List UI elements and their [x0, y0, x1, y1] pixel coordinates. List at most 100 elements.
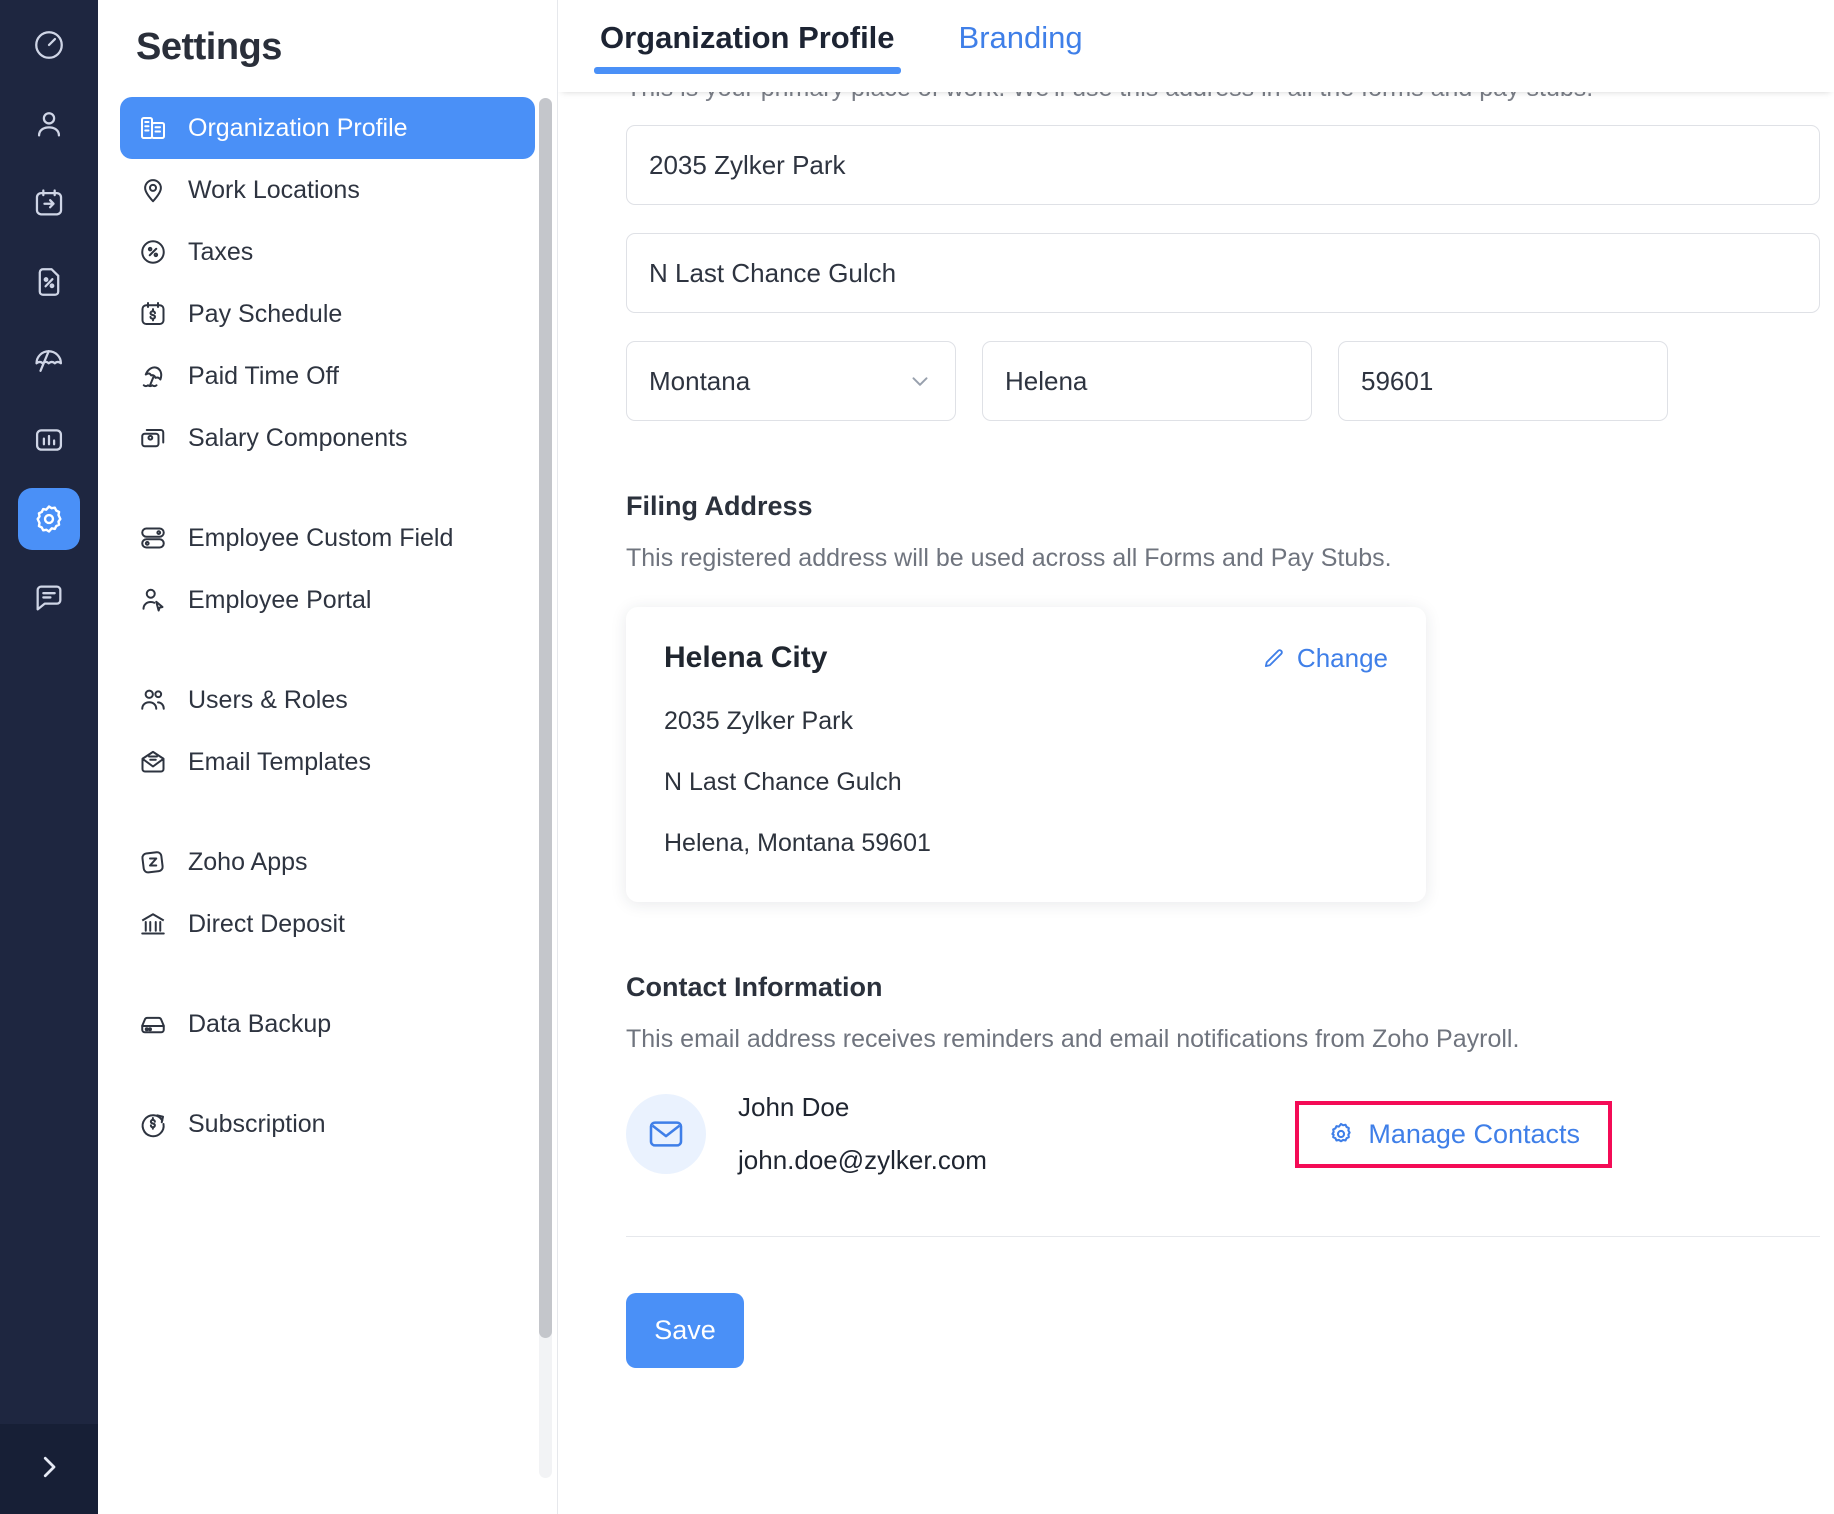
filing-address-card: Helena City Change 2035 Zylker Park N La…	[626, 607, 1426, 902]
sidebar-item-zoho-apps[interactable]: Zoho Apps	[120, 831, 535, 893]
main-content: This is your primary place of work. We'l…	[558, 92, 1834, 1514]
beach-umbrella-icon	[138, 361, 168, 391]
city-input[interactable]: Helena	[982, 341, 1312, 421]
sidebar-item-direct-deposit[interactable]: Direct Deposit	[120, 893, 535, 955]
sidebar-item-data-backup[interactable]: Data Backup	[120, 993, 535, 1055]
pay-runs-icon-button[interactable]	[18, 172, 80, 234]
gear-icon	[1327, 1120, 1355, 1148]
manage-contacts-button[interactable]: Manage Contacts	[1315, 1113, 1592, 1156]
sidebar-item-label: Users & Roles	[188, 686, 348, 715]
save-button[interactable]: Save	[626, 1293, 744, 1368]
filing-address-line: N Last Chance Gulch	[664, 768, 1388, 797]
sidebar-item-email-templates[interactable]: Email Templates	[120, 731, 535, 793]
app-rail	[0, 0, 98, 1514]
percent-circle-icon	[138, 237, 168, 267]
cards-icon	[138, 423, 168, 453]
sidebar-item-employee-portal[interactable]: Employee Portal	[120, 569, 535, 631]
address-line1-input[interactable]: 2035 Zylker Park	[626, 125, 1820, 205]
employees-icon-button[interactable]	[18, 93, 80, 155]
state-select[interactable]: Montana	[626, 341, 956, 421]
dollar-refresh-icon	[138, 1109, 168, 1139]
dashboard-clock-icon-button[interactable]	[18, 14, 80, 76]
reports-icon-button[interactable]	[18, 409, 80, 471]
filing-address-subtitle: This registered address will be used acr…	[626, 544, 1794, 573]
sidebar-item-pay-schedule[interactable]: Pay Schedule	[120, 283, 535, 345]
umbrella-icon	[32, 344, 66, 378]
taxes-icon-button[interactable]	[18, 251, 80, 313]
envelope-icon	[647, 1119, 685, 1149]
sidebar-item-subscription[interactable]: Subscription	[120, 1093, 535, 1155]
nav-group-divider	[120, 469, 535, 507]
sidebar-item-paid-time-off[interactable]: Paid Time Off	[120, 345, 535, 407]
nav-group-divider	[120, 793, 535, 831]
bank-icon	[138, 909, 168, 939]
contact-row: John Doe john.doe@zylker.com Manage Cont…	[626, 1092, 1820, 1176]
sidebar-item-organization-profile[interactable]: Organization Profile	[120, 97, 535, 159]
nav-group-divider	[120, 1055, 535, 1093]
benefits-icon-button[interactable]	[18, 330, 80, 392]
tab-label: Branding	[959, 20, 1083, 55]
tab-branding[interactable]: Branding	[953, 0, 1089, 74]
state-city-zip-row: Montana Helena 59601	[626, 341, 1794, 421]
filing-address-name: Helena City	[664, 641, 827, 675]
chevron-down-icon	[907, 368, 933, 394]
calendar-dollar-icon	[138, 299, 168, 329]
clock-icon	[32, 28, 66, 62]
settings-nav-list: Organization Profile Work Locations	[98, 97, 557, 1155]
building-icon	[138, 113, 168, 143]
city-value: Helena	[1005, 366, 1087, 397]
sidebar-item-label: Subscription	[188, 1110, 326, 1139]
sidebar-item-label: Email Templates	[188, 748, 371, 777]
contact-details: John Doe john.doe@zylker.com	[738, 1092, 987, 1176]
filing-address-line: Helena, Montana 59601	[664, 829, 1388, 858]
zip-value: 59601	[1361, 366, 1433, 397]
sidebar-item-label: Employee Portal	[188, 586, 371, 615]
contact-information-title: Contact Information	[626, 972, 1794, 1003]
sidebar-item-label: Direct Deposit	[188, 910, 345, 939]
sidebar-item-label: Pay Schedule	[188, 300, 342, 329]
contact-name: John Doe	[738, 1092, 987, 1123]
zip-input[interactable]: 59601	[1338, 341, 1668, 421]
sidebar-item-employee-custom-field[interactable]: Employee Custom Field	[120, 507, 535, 569]
pencil-icon	[1261, 645, 1287, 671]
footer-divider	[626, 1236, 1820, 1237]
sidebar-item-salary-components[interactable]: Salary Components	[120, 407, 535, 469]
filing-address-line: 2035 Zylker Park	[664, 707, 1388, 736]
main-tabs: Organization Profile Branding	[558, 0, 1834, 92]
sidebar-item-label: Employee Custom Field	[188, 524, 453, 553]
address-line1-value: 2035 Zylker Park	[649, 150, 846, 181]
map-pin-icon	[138, 175, 168, 205]
person-cursor-icon	[138, 585, 168, 615]
bar-chart-icon	[32, 423, 66, 457]
sidebar-item-label: Taxes	[188, 238, 253, 267]
main-panel: Organization Profile Branding This is yo…	[558, 0, 1834, 1514]
chat-icon	[32, 581, 66, 615]
settings-title: Settings	[98, 0, 557, 69]
people-icon	[138, 685, 168, 715]
zoho-z-icon	[138, 847, 168, 877]
manage-contacts-label: Manage Contacts	[1368, 1119, 1580, 1150]
nav-group-divider	[120, 631, 535, 669]
drive-icon	[138, 1009, 168, 1039]
nav-group-divider	[120, 955, 535, 993]
contact-information-subtitle: This email address receives reminders an…	[626, 1025, 1794, 1054]
state-value: Montana	[649, 366, 750, 397]
app-root: Settings Organization Profile	[0, 0, 1834, 1514]
contact-email: john.doe@zylker.com	[738, 1145, 987, 1176]
settings-icon-button[interactable]	[18, 488, 80, 550]
gear-icon	[32, 502, 66, 536]
sidebar-item-label: Salary Components	[188, 424, 408, 453]
change-label: Change	[1297, 643, 1388, 674]
filing-address-card-header: Helena City Change	[664, 641, 1388, 675]
sidebar-item-work-locations[interactable]: Work Locations	[120, 159, 535, 221]
sidebar-item-taxes[interactable]: Taxes	[120, 221, 535, 283]
change-filing-address-button[interactable]: Change	[1261, 643, 1388, 674]
chat-icon-button[interactable]	[18, 567, 80, 629]
settings-scrollbar-thumb[interactable]	[539, 98, 552, 1338]
settings-sidebar: Settings Organization Profile	[98, 0, 558, 1514]
address-line2-input[interactable]: N Last Chance Gulch	[626, 233, 1820, 313]
expand-sidebar-button[interactable]	[0, 1424, 98, 1514]
tab-organization-profile[interactable]: Organization Profile	[594, 0, 901, 74]
sidebar-item-users-roles[interactable]: Users & Roles	[120, 669, 535, 731]
filing-address-title: Filing Address	[626, 491, 1794, 522]
